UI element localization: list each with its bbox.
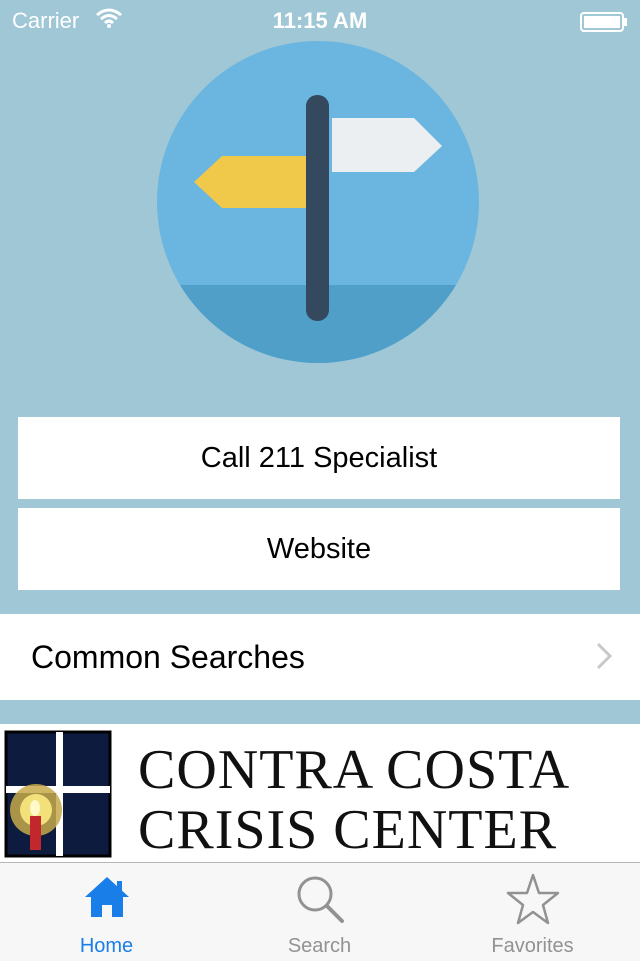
- window-candle-logo: [2, 726, 120, 860]
- chevron-right-icon: [596, 642, 613, 675]
- website-label: Website: [266, 532, 372, 565]
- website-button[interactable]: Website: [18, 508, 620, 590]
- tab-home-label: Home: [79, 935, 134, 957]
- call-211-button[interactable]: Call 211 Specialist: [18, 417, 620, 499]
- signpost-icon: [156, 40, 480, 364]
- tab-search-label: Search: [287, 935, 352, 957]
- tab-home[interactable]: Home: [0, 863, 213, 961]
- battery-icon: [580, 12, 628, 38]
- status-bar: Carrier 11:15 AM: [0, 0, 640, 40]
- star-icon: [506, 873, 560, 930]
- banner-line-1: CONTRA COSTA: [138, 739, 571, 801]
- home-icon: [83, 873, 131, 926]
- clock: 11:15 AM: [272, 8, 368, 33]
- tab-favorites[interactable]: Favorites: [426, 863, 639, 961]
- common-searches-row[interactable]: Common Searches: [0, 614, 640, 700]
- tab-favorites-label: Favorites: [491, 935, 574, 957]
- banner-line-2: CRISIS CENTER: [138, 799, 558, 861]
- search-icon: [294, 873, 346, 930]
- tab-bar: Home Search Favorites: [0, 862, 640, 961]
- common-searches-label: Common Searches: [31, 638, 305, 675]
- crisis-center-banner[interactable]: CONTRA COSTA CRISIS CENTER: [0, 724, 640, 862]
- call-211-label: Call 211 Specialist: [200, 441, 438, 474]
- tab-search[interactable]: Search: [213, 863, 426, 961]
